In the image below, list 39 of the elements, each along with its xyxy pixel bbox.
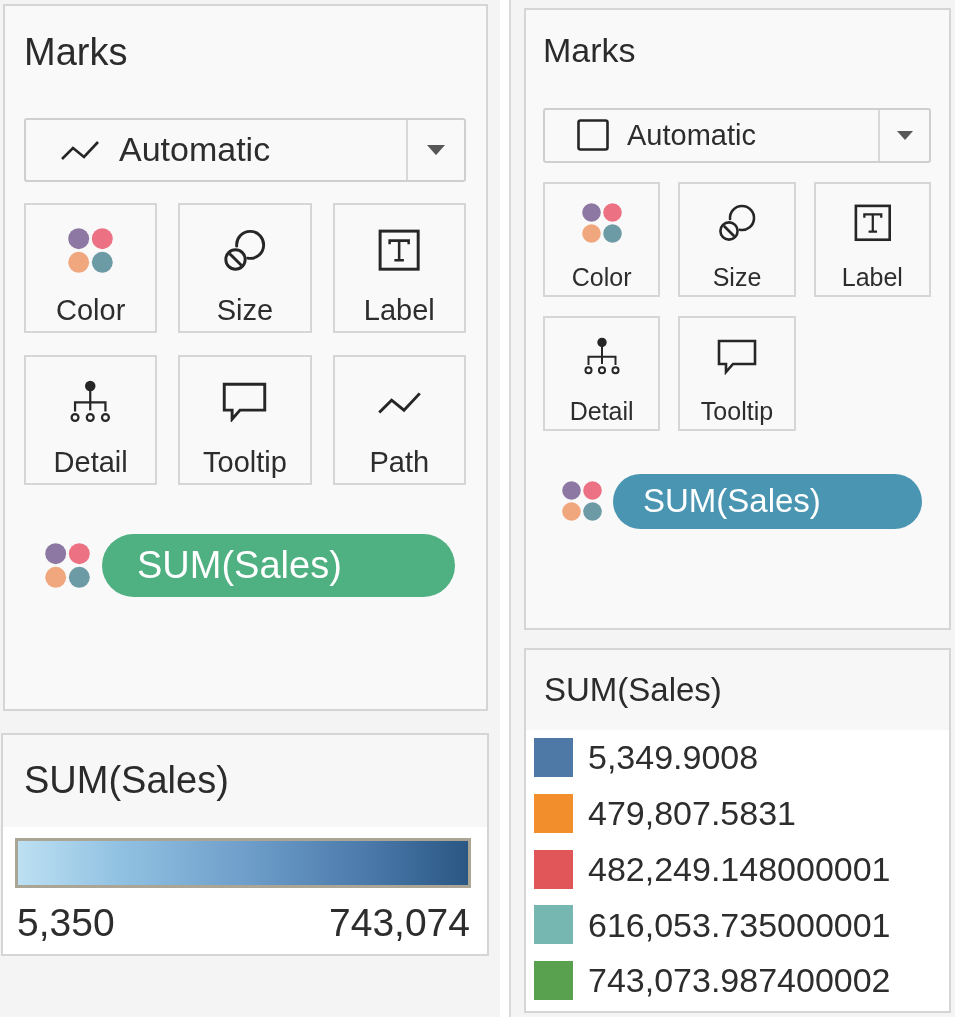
color-card[interactable]: Color	[543, 181, 661, 297]
four-dots-icon	[68, 227, 114, 273]
speech-bubble-icon	[222, 381, 268, 423]
legend-title: SUM(Sales)	[24, 758, 229, 804]
label-card[interactable]: Label	[813, 181, 931, 297]
letter-t-icon	[853, 204, 892, 242]
four-dots-icon	[562, 481, 602, 522]
detail-card[interactable]: Detail	[543, 315, 661, 431]
marks-title: Marks	[543, 30, 636, 71]
detail-card[interactable]: Detail	[24, 354, 158, 485]
four-dots-icon	[45, 542, 90, 588]
size-card[interactable]: Size	[178, 202, 312, 333]
color-card[interactable]: Color	[24, 202, 158, 333]
speech-bubble-icon	[717, 338, 757, 375]
legend-item-label: 616,053.735000001	[588, 904, 891, 946]
label-card[interactable]: Label	[332, 202, 466, 333]
mark-type-dropdown[interactable]: Automatic	[543, 107, 931, 163]
overlapping-circles-icon	[717, 202, 757, 243]
path-card[interactable]: Path	[332, 354, 466, 485]
caret-icon	[896, 130, 913, 140]
legend-title: SUM(Sales)	[544, 670, 722, 710]
marks-title: Marks	[24, 30, 128, 75]
square-icon	[577, 119, 609, 152]
legend-item-label: 5,349.9008	[588, 737, 759, 779]
mark-type-dropdown[interactable]: Automatic	[24, 117, 466, 182]
tooltip-card[interactable]: Tooltip	[678, 315, 796, 431]
letter-t-icon	[378, 228, 421, 272]
legend-item-label: 482,249.148000001	[588, 848, 891, 890]
legend-item-label: 743,073.987400002	[588, 960, 891, 1001]
hierarchy-icon	[583, 337, 620, 377]
range-min-label: 5,350	[17, 900, 115, 946]
tooltip-card[interactable]: Tooltip	[178, 354, 312, 485]
range-max-label: 743,074	[329, 900, 470, 946]
hierarchy-icon	[70, 379, 111, 425]
legend-item-label: 479,807.5831	[588, 793, 796, 834]
overlapping-circles-icon	[222, 227, 268, 273]
caret-icon	[427, 144, 445, 155]
size-card[interactable]: Size	[678, 181, 796, 297]
four-dots-icon	[581, 202, 622, 243]
